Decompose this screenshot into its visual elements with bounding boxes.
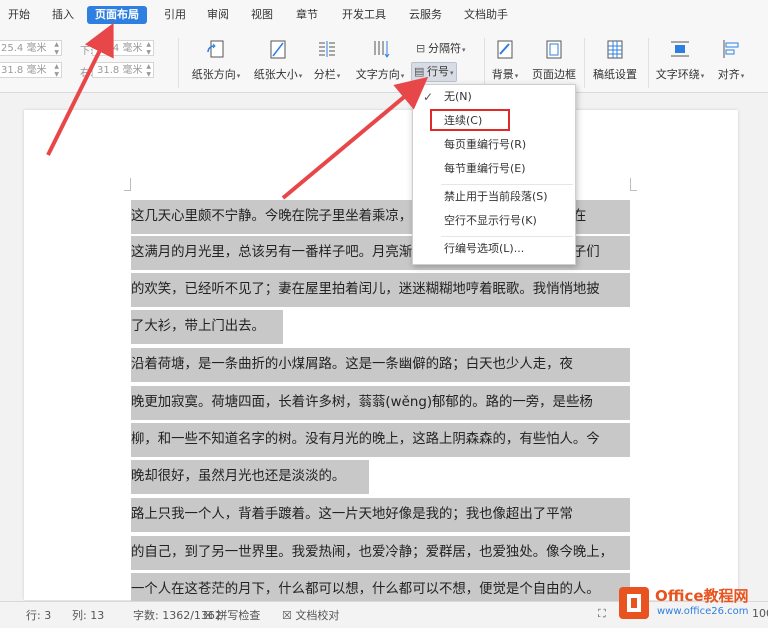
tab-references[interactable]: 引用 [160, 6, 190, 24]
tab-review[interactable]: 审阅 [203, 6, 233, 24]
background-button[interactable]: 背景▾ [490, 38, 520, 88]
paper-size-button[interactable]: 纸张大小▾ [254, 38, 302, 88]
line-numbers-icon: ▤ [414, 65, 425, 78]
office26-watermark: Office教程网 www.office26.com [615, 581, 765, 625]
status-column: 列: 13 [72, 609, 105, 622]
menu-item-none[interactable]: ✓ 无(N) [413, 86, 573, 108]
separator-button[interactable]: ⊟ 分隔符▾ [414, 40, 468, 58]
paper-size-icon [267, 38, 289, 60]
text-line[interactable]: 一个人在这苍茫的月下，什么都可以想，什么都可以不想，便觉是个自由的人。 [131, 573, 630, 601]
align-button[interactable]: 对齐▾ [716, 38, 746, 88]
ribbon: 25.4 毫米 ▲ ▼ 下: 25.4 毫米 ▲ ▼ 31.8 毫米 ▲ ▼ 右: 31.8… [0, 30, 768, 93]
text-wrap-button[interactable]: 文字环绕▾ [656, 38, 704, 88]
menu-item-restart-each-page[interactable]: 每页重编行号(R) [413, 134, 573, 156]
menu-item-suppress-paragraph[interactable]: 禁止用于当前段落(S) [413, 186, 573, 208]
highlight-box [430, 109, 510, 131]
text-direction-button[interactable]: 文字方向▾ [356, 38, 404, 88]
menu-item-restart-each-section[interactable]: 每节重编行号(E) [413, 158, 573, 180]
text-line[interactable]: 柳，和一些不知道名字的树。没有月光的晚上，这路上阴森森的，有些怕人。今 [131, 423, 630, 457]
tab-section[interactable]: 章节 [292, 6, 322, 24]
text-wrap-icon [669, 38, 691, 60]
tab-view[interactable]: 视图 [247, 6, 277, 24]
page-border-button[interactable]: 页面边框 [530, 38, 578, 88]
menu-separator [441, 236, 573, 237]
status-line: 行: 3 [26, 609, 52, 622]
margin-right-input[interactable]: 31.8 毫米 ▲ ▼ [92, 62, 154, 78]
checkbox-icon: ☒ [203, 609, 213, 622]
menu-item-hide-blank-lines[interactable]: 空行不显示行号(K) [413, 210, 573, 232]
align-icon [720, 38, 742, 60]
text-line[interactable]: 晚却很好，虽然月光也还是淡淡的。 [131, 460, 369, 494]
tab-doc-assistant[interactable]: 文档助手 [460, 6, 512, 24]
margin-bottom-input[interactable]: 25.4 毫米 ▲ ▼ [92, 40, 154, 56]
text-line[interactable]: 了大衫，带上门出去。 [131, 310, 283, 344]
tab-home[interactable]: 开始 [4, 6, 34, 24]
text-line[interactable]: 沿着荷塘，是一条曲折的小煤屑路。这是一条幽僻的路；白天也少人走，夜 [131, 348, 630, 382]
menu-item-line-number-options[interactable]: 行编号选项(L)... [413, 238, 573, 260]
proofread-toggle[interactable]: ☒ 文档校对 [282, 607, 339, 623]
margin-left-input[interactable]: 31.8 毫米 ▲ ▼ [0, 62, 62, 78]
fullscreen-icon[interactable]: ⛶ [598, 607, 606, 621]
margin-top-input[interactable]: 25.4 毫米 ▲ ▼ [0, 40, 62, 56]
margin-corner-mark [630, 178, 637, 191]
menu-bar: 开始 插入 页面布局 引用 审阅 视图 章节 开发工具 云服务 文档助手 [0, 0, 768, 31]
text-line[interactable]: 路上只我一个人，背着手踱着。这一片天地好像是我的；我也像超出了平常 [131, 498, 630, 532]
text-direction-icon [369, 38, 391, 60]
tab-insert[interactable]: 插入 [48, 6, 78, 24]
columns-icon [316, 38, 338, 60]
paper-setup-button[interactable]: 稿纸设置 [592, 38, 638, 88]
text-line[interactable]: 的欢笑，已经听不见了；妻在屋里拍着闰儿，迷迷糊糊地哼着眠歌。我悄悄地披 [131, 273, 630, 307]
columns-button[interactable]: 分栏▾ [312, 38, 342, 88]
grid-paper-icon [604, 38, 626, 60]
page-break-icon: ⊟ [416, 42, 426, 55]
spell-check-toggle[interactable]: ☒ 拼写检查 [203, 607, 260, 623]
watermark-url: www.office26.com [657, 606, 749, 617]
text-line[interactable]: 晚更加寂寞。荷塘四面，长着许多树，蓊蓊(wěng)郁郁的。路的一旁，是些杨 [131, 386, 630, 420]
orientation-button[interactable]: 纸张方向▾ [192, 38, 240, 88]
watermark-brand: Office教程网 [655, 587, 749, 605]
tab-page-layout[interactable]: 页面布局 [87, 6, 147, 24]
checkmark-icon: ✓ [423, 90, 434, 104]
line-numbers-button[interactable]: ▤ 行号▾ [411, 62, 457, 82]
orientation-icon [205, 38, 227, 60]
tab-cloud[interactable]: 云服务 [405, 6, 446, 24]
background-icon [494, 38, 516, 60]
menu-separator [441, 184, 573, 185]
text-line[interactable]: 的自己，到了另一世界里。我爱热闹，也爱冷静；爱群居，也爱独处。像今晚上， [131, 536, 630, 570]
margin-corner-mark [124, 178, 131, 191]
tab-developer[interactable]: 开发工具 [338, 6, 390, 24]
checkbox-icon: ☒ [282, 609, 292, 622]
page-border-icon [543, 38, 565, 60]
